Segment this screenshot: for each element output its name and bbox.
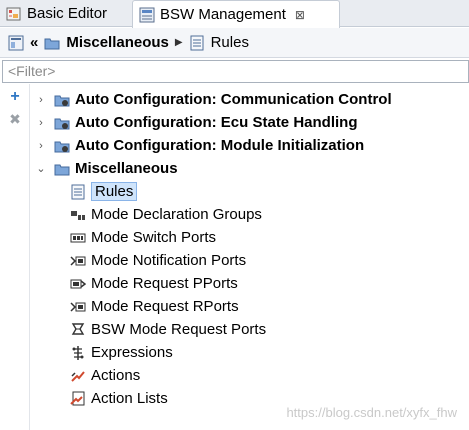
breadcrumb-back[interactable]: « bbox=[30, 34, 38, 51]
tree-item-miscellaneous[interactable]: ⌄ Miscellaneous bbox=[34, 157, 178, 180]
tree-item-actions[interactable]: Actions bbox=[70, 364, 140, 387]
tree-item-mode-notification-ports[interactable]: Mode Notification Ports bbox=[70, 249, 246, 272]
folder-icon bbox=[44, 35, 60, 51]
tree-toolbar: + ✖ bbox=[0, 84, 30, 430]
expand-icon[interactable]: › bbox=[34, 94, 48, 106]
auto-config-icon bbox=[54, 138, 70, 154]
tree-item-mode-request-pports[interactable]: Mode Request PPorts bbox=[70, 272, 238, 295]
tree-item-label: Expressions bbox=[91, 344, 173, 361]
tree-item-label: Mode Switch Ports bbox=[91, 229, 217, 246]
tree-item-label: BSW Mode Request Ports bbox=[91, 321, 267, 338]
tree-item-expressions[interactable]: Expressions bbox=[70, 341, 173, 364]
tree-item-label: Mode Notification Ports bbox=[91, 252, 247, 269]
tree-item-auto-config-communication[interactable]: › Auto Configuration: Communication Cont… bbox=[34, 88, 392, 111]
watermark: https://blog.csdn.net/xyfx_fhw bbox=[286, 405, 457, 420]
tree-item-label: Mode Request PPorts bbox=[91, 275, 238, 292]
expand-icon[interactable]: › bbox=[34, 140, 48, 152]
expand-icon[interactable]: › bbox=[34, 117, 48, 129]
tree-item-mode-declaration-groups[interactable]: Mode Declaration Groups bbox=[70, 203, 262, 226]
tab-bsw-management-label: BSW Management bbox=[160, 6, 286, 23]
actions-icon bbox=[70, 368, 86, 384]
tree-item-auto-config-ecu-state[interactable]: › Auto Configuration: Ecu State Handling bbox=[34, 111, 357, 134]
tab-basic-editor-label: Basic Editor bbox=[27, 5, 108, 22]
breadcrumb-item-miscellaneous[interactable]: Miscellaneous bbox=[66, 34, 169, 51]
tree-item-auto-config-module-init[interactable]: › Auto Configuration: Module Initializat… bbox=[34, 134, 364, 157]
auto-config-icon bbox=[54, 92, 70, 108]
bsw-management-icon bbox=[139, 7, 155, 23]
mode-notification-port-icon bbox=[70, 253, 86, 269]
tree-item-action-lists[interactable]: Action Lists bbox=[70, 387, 168, 410]
mode-request-rport-icon bbox=[70, 299, 86, 315]
mode-declaration-group-icon bbox=[70, 207, 86, 223]
tree-item-bsw-mode-request-ports[interactable]: BSW Mode Request Ports bbox=[70, 318, 266, 341]
basic-editor-icon bbox=[6, 6, 22, 22]
tree-item-label: Mode Declaration Groups bbox=[91, 206, 262, 223]
filter-input[interactable]: <Filter> bbox=[2, 60, 469, 83]
breadcrumb-separator[interactable]: ▶ bbox=[175, 37, 183, 48]
tree-item-rules[interactable]: Rules bbox=[70, 180, 138, 203]
tree-item-label: Mode Request RPorts bbox=[91, 298, 239, 315]
bsw-mode-request-port-icon bbox=[70, 322, 86, 338]
editor-tab-bar: Basic Editor BSW Management ⊠ bbox=[0, 0, 469, 28]
rules-icon bbox=[189, 35, 205, 51]
tree-item-mode-request-rports[interactable]: Mode Request RPorts bbox=[70, 295, 239, 318]
breadcrumb-item-rules[interactable]: Rules bbox=[211, 34, 249, 51]
tree-item-label: Auto Configuration: Communication Contro… bbox=[75, 91, 392, 108]
tree-item-label: Auto Configuration: Module Initializatio… bbox=[75, 137, 365, 154]
action-lists-icon bbox=[70, 391, 86, 407]
tree-item-label: Rules bbox=[91, 182, 138, 201]
tab-basic-editor[interactable]: Basic Editor bbox=[0, 0, 126, 27]
outline-view-icon[interactable] bbox=[8, 35, 24, 51]
tree-item-label: Auto Configuration: Ecu State Handling bbox=[75, 114, 358, 131]
mode-request-pport-icon bbox=[70, 276, 87, 292]
tree-item-label: Action Lists bbox=[91, 390, 168, 407]
tree-item-mode-switch-ports[interactable]: Mode Switch Ports bbox=[70, 226, 216, 249]
breadcrumb: « Miscellaneous ▶ Rules bbox=[0, 28, 469, 58]
rules-icon bbox=[70, 184, 86, 200]
tab-bsw-management[interactable]: BSW Management ⊠ bbox=[132, 0, 340, 28]
auto-config-icon bbox=[54, 115, 70, 131]
delete-icon[interactable]: ✖ bbox=[7, 111, 23, 127]
tree-item-label: Actions bbox=[91, 367, 141, 384]
tree-item-label: Miscellaneous bbox=[75, 160, 178, 177]
folder-icon bbox=[54, 161, 70, 177]
add-icon[interactable]: + bbox=[7, 89, 23, 105]
collapse-icon[interactable]: ⌄ bbox=[34, 162, 48, 175]
expressions-icon bbox=[70, 345, 86, 361]
mode-switch-port-icon bbox=[70, 230, 86, 246]
close-icon[interactable]: ⊠ bbox=[295, 8, 305, 22]
